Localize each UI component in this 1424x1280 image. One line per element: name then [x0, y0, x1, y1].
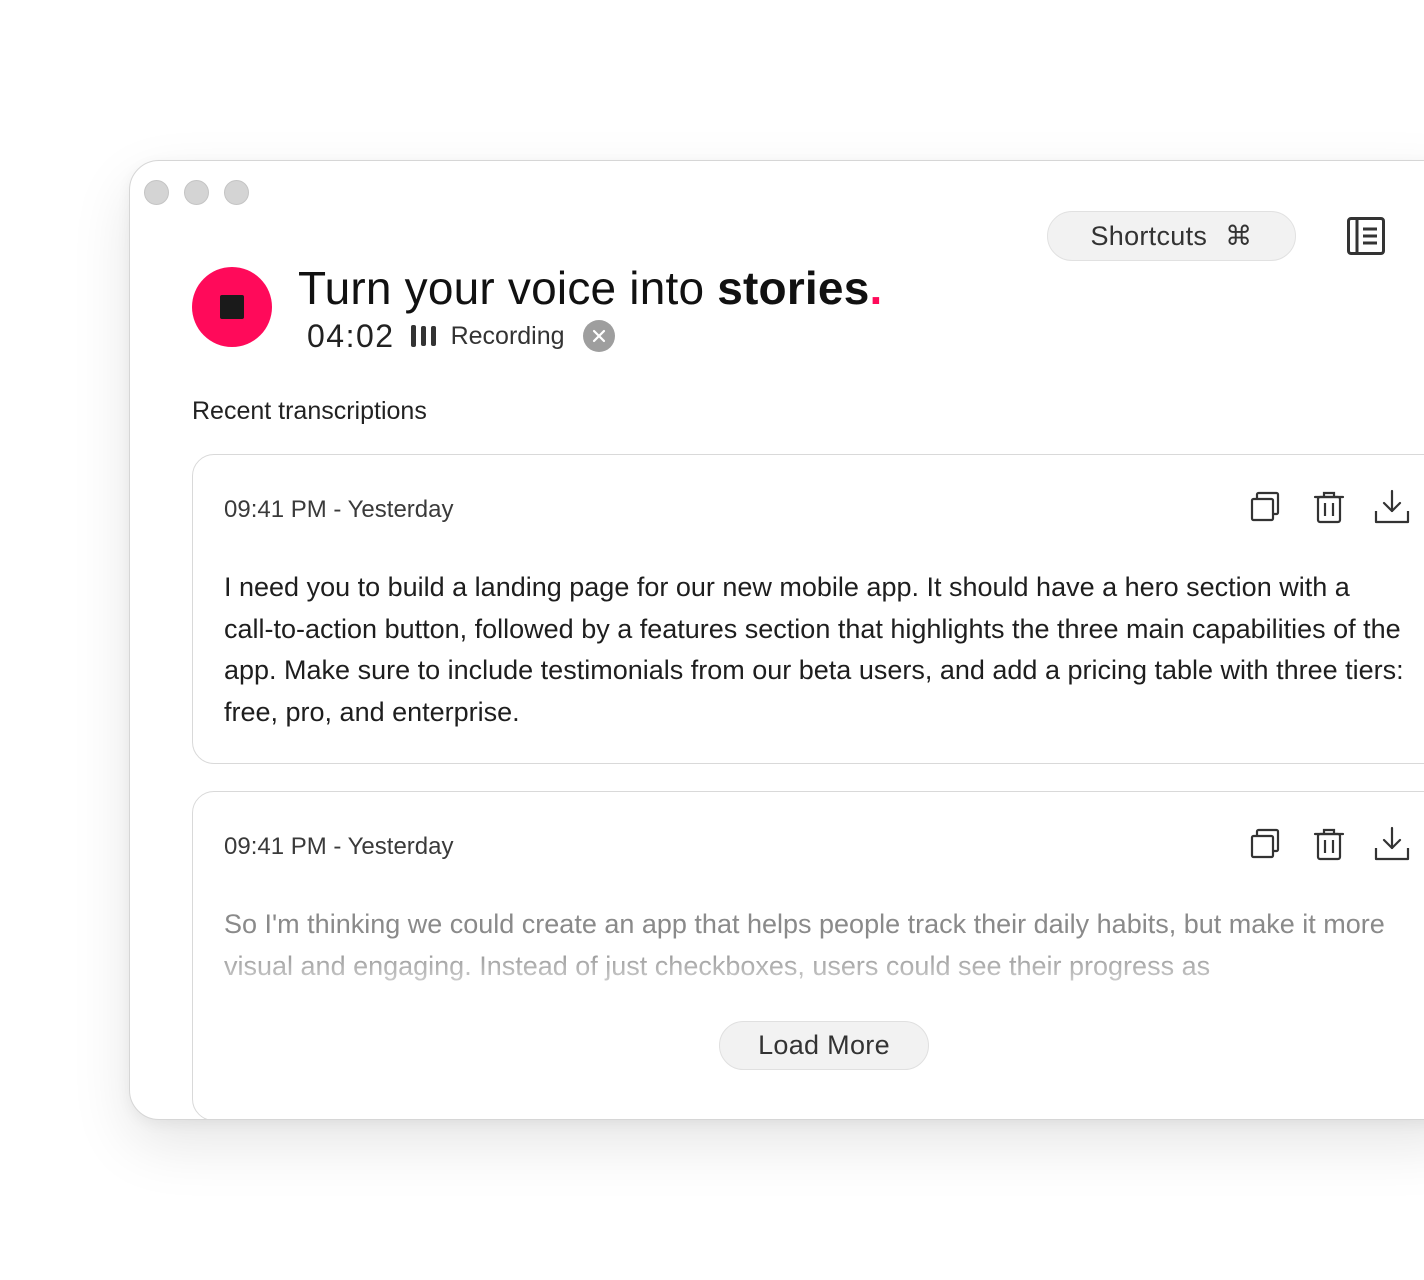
transcription-card[interactable]: 09:41 PM - Yesterday So I'm thinking we … [192, 791, 1424, 1119]
copy-icon[interactable] [1248, 489, 1284, 525]
shortcuts-button[interactable]: Shortcuts ⌘ [1047, 211, 1296, 261]
recording-label: Recording [450, 321, 565, 350]
headline-prefix: Turn your voice into [298, 262, 718, 314]
maximize-window-button[interactable] [224, 180, 249, 205]
recording-status: 04:02 Recording [307, 316, 615, 356]
notebook-icon[interactable] [1346, 216, 1386, 256]
close-window-button[interactable] [144, 180, 169, 205]
transcription-timestamp: 09:41 PM - Yesterday [224, 833, 454, 860]
page-title: Turn your voice into stories. [298, 261, 882, 315]
cancel-recording-button[interactable] [582, 320, 615, 352]
audio-level-icon [410, 325, 436, 347]
headline-accent-dot: . [869, 262, 883, 314]
app-window: Shortcuts ⌘ Turn your voice into stories… [129, 160, 1424, 1120]
stop-recording-button[interactable] [192, 267, 272, 347]
close-icon [592, 329, 605, 343]
transcription-timestamp: 09:41 PM - Yesterday [224, 496, 454, 523]
section-title: Recent transcriptions [192, 397, 427, 425]
card-actions [1248, 489, 1410, 525]
command-key-icon: ⌘ [1225, 220, 1253, 251]
shortcuts-label: Shortcuts [1090, 220, 1208, 251]
transcription-text: I need you to build a landing page for o… [224, 572, 1404, 727]
download-icon[interactable] [1374, 489, 1410, 525]
copy-icon[interactable] [1248, 826, 1284, 862]
transcription-card[interactable]: 09:41 PM - Yesterday I need you to build… [192, 454, 1424, 764]
recording-timer: 04:02 [307, 317, 395, 354]
minimize-window-button[interactable] [184, 180, 209, 205]
headline-emphasis: stories [717, 262, 870, 314]
trash-icon[interactable] [1311, 826, 1347, 862]
card-actions [1248, 826, 1410, 862]
transcription-text: So I'm thinking we could create an app t… [224, 909, 1385, 981]
trash-icon[interactable] [1311, 489, 1347, 525]
download-icon[interactable] [1374, 826, 1410, 862]
stop-icon [220, 295, 244, 319]
load-more-button[interactable]: Load More [719, 1021, 929, 1070]
window-controls [144, 180, 249, 205]
